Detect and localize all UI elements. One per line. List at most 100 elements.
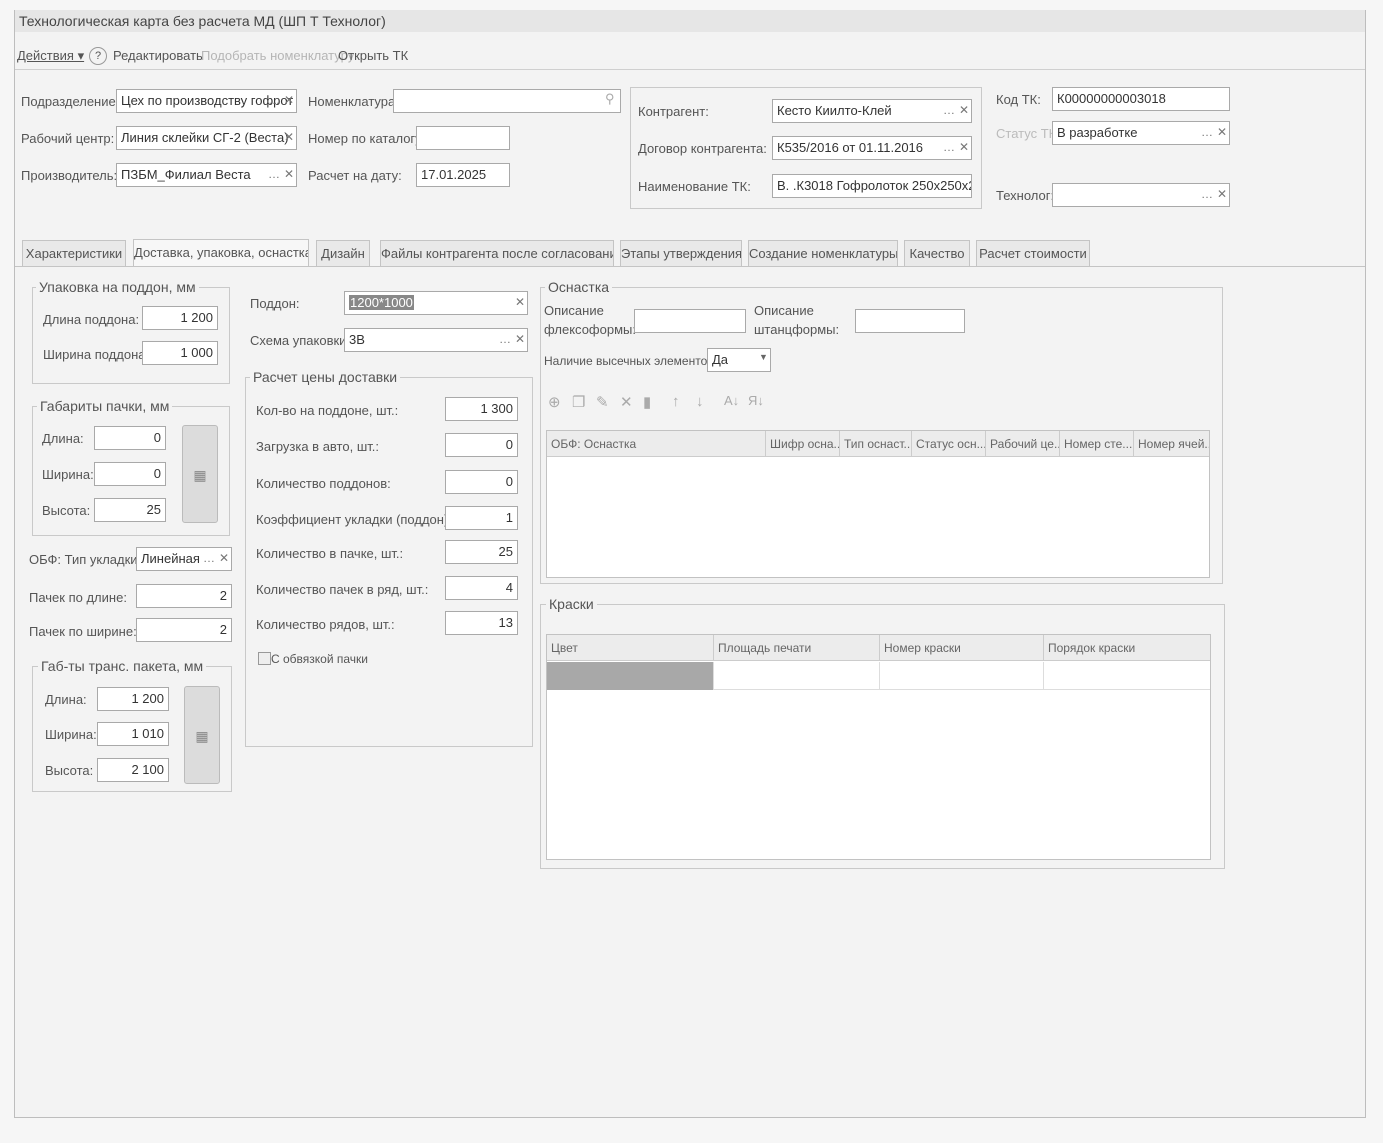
transport-calc-button[interactable]: ▦ (184, 686, 220, 784)
bundle-length-field[interactable]: 0 (94, 426, 166, 450)
select-more-icon[interactable]: … (1200, 123, 1214, 143)
sort-desc-icon[interactable]: Я↓ (748, 393, 764, 408)
clear-icon[interactable]: ✕ (282, 165, 296, 185)
paints-col-2[interactable]: Номер краски (879, 635, 1043, 661)
flexo-field[interactable] (634, 309, 746, 333)
paints-row[interactable] (547, 662, 1210, 690)
producer-label: Производитель: (21, 168, 118, 183)
clear-icon[interactable]: ✕ (282, 91, 296, 111)
select-more-icon[interactable]: … (267, 91, 281, 111)
tooling-col-0[interactable]: ОБФ: Оснастка (547, 431, 765, 457)
clear-icon[interactable]: ✕ (1215, 123, 1229, 143)
help-icon[interactable]: ? (89, 47, 107, 65)
search-icon[interactable]: ⚲ (605, 91, 615, 107)
clear-icon[interactable]: ✕ (957, 138, 971, 158)
paints-row-cell-color[interactable] (547, 662, 713, 690)
stamp-label-line2: штанцформы: (754, 322, 840, 337)
tab-design[interactable]: Дизайн (316, 240, 370, 266)
move-down-icon[interactable]: ↓ (696, 393, 704, 410)
copy-icon[interactable]: ❐ (572, 393, 585, 411)
pallet-field[interactable]: 1200*1000 (344, 291, 528, 315)
move-up-icon[interactable]: ↑ (672, 393, 680, 410)
clear-icon[interactable]: ✕ (513, 330, 527, 350)
select-more-icon[interactable]: … (942, 138, 956, 158)
tooling-col-5[interactable]: Номер сте... (1059, 431, 1133, 457)
edit-icon[interactable]: ✎ (596, 393, 609, 411)
select-more-icon[interactable]: … (498, 330, 512, 350)
bundle-calc-button[interactable]: ▦ (182, 425, 218, 523)
clear-icon[interactable]: ✕ (513, 293, 527, 313)
tab-characteristics[interactable]: Характеристики (22, 240, 126, 266)
tooling-col-6[interactable]: Номер ячей... (1133, 431, 1209, 457)
scheme-label: Схема упаковки: (250, 333, 351, 348)
nomenclature-field[interactable] (393, 89, 621, 113)
tk-name-label: Наименование ТК: (638, 179, 751, 194)
delivery-label-2: Количество поддонов: (256, 476, 391, 491)
catalog-field[interactable] (416, 126, 510, 150)
by-length-field[interactable]: 2 (136, 584, 232, 608)
by-width-field[interactable]: 2 (136, 618, 232, 642)
select-more-icon[interactable]: … (1200, 185, 1214, 205)
transport-length-field[interactable]: 1 200 (97, 687, 169, 711)
tab-create-nomenclature[interactable]: Создание номенклатуры (748, 240, 898, 266)
delete-icon[interactable]: ✕ (620, 393, 633, 411)
transport-width-field[interactable]: 1 010 (97, 722, 169, 746)
pick-nomenclature-button[interactable]: Подобрать номенклатуру (201, 48, 354, 63)
tooling-col-4[interactable]: Рабочий це... (985, 431, 1059, 457)
paints-col-0[interactable]: Цвет (547, 635, 713, 661)
tooling-col-3[interactable]: Статус осн... (911, 431, 985, 457)
cell-divider (713, 662, 714, 690)
select-more-icon[interactable]: … (267, 128, 281, 148)
delivery-label-4: Количество в пачке, шт.: (256, 546, 404, 561)
contract-label: Договор контрагента: (638, 141, 767, 156)
select-more-icon[interactable]: … (267, 165, 281, 185)
delivery-field-2[interactable]: 0 (445, 470, 518, 494)
clear-icon[interactable]: ✕ (282, 128, 296, 148)
flexo-label-line1: Описание (544, 303, 604, 318)
clear-icon[interactable]: ✕ (957, 101, 971, 121)
tab-cost[interactable]: Расчет стоимости (976, 240, 1090, 266)
clear-icon[interactable]: ✕ (1215, 185, 1229, 205)
transport-height-field[interactable]: 2 100 (97, 758, 169, 782)
pallet-length-field[interactable]: 1 200 (142, 306, 218, 330)
delivery-field-1[interactable]: 0 (445, 433, 518, 457)
open-tk-button[interactable]: Открыть ТК (338, 48, 408, 63)
tab-files[interactable]: Файлы контрагента после согласования (380, 240, 614, 266)
paints-col-1[interactable]: Площадь печати (713, 635, 879, 661)
edit-button[interactable]: Редактировать (113, 48, 203, 63)
transport-height-label: Высота: (45, 763, 94, 778)
strap-checkbox[interactable] (258, 652, 271, 665)
tab-delivery[interactable]: Доставка, упаковка, оснастка (133, 239, 309, 267)
select-more-icon[interactable]: … (202, 549, 216, 569)
tk-name-field[interactable]: В. .К3018 Гофролоток 250х250х240, Т. (772, 174, 972, 198)
tab-approval[interactable]: Этапы утверждения (620, 240, 742, 266)
clear-icon[interactable]: ✕ (217, 549, 231, 569)
bundle-height-label: Высота: (42, 503, 91, 518)
stamp-field[interactable] (855, 309, 965, 333)
pallet-width-field[interactable]: 1 000 (142, 341, 218, 365)
date-label: Расчет на дату: (308, 168, 402, 183)
workcenter-label: Рабочий центр: (21, 131, 115, 146)
tooling-col-2[interactable]: Тип оснаст... (839, 431, 911, 457)
select-more-icon[interactable]: … (942, 101, 956, 121)
mark-icon[interactable]: ▮ (643, 393, 651, 411)
delivery-field-5[interactable]: 4 (445, 576, 518, 600)
sort-asc-icon[interactable]: A↓ (724, 393, 739, 408)
paints-col-3[interactable]: Порядок краски (1043, 635, 1210, 661)
bundle-height-field[interactable]: 25 (94, 498, 166, 522)
chevron-down-icon[interactable]: ▼ (759, 352, 768, 362)
tk-code-field[interactable]: К00000000003018 (1052, 87, 1230, 111)
date-field[interactable]: 17.01.2025 (416, 163, 510, 187)
stacking-type-label: ОБФ: Тип укладки: (29, 552, 142, 567)
actions-menu[interactable]: Действия ▾ (17, 48, 84, 64)
pallet-label: Поддон: (250, 296, 300, 311)
tooling-col-1[interactable]: Шифр осна... (765, 431, 839, 457)
bundle-width-field[interactable]: 0 (94, 462, 166, 486)
delivery-field-4[interactable]: 25 (445, 540, 518, 564)
delivery-field-0[interactable]: 1 300 (445, 397, 518, 421)
delivery-field-6[interactable]: 13 (445, 611, 518, 635)
add-icon[interactable]: ⊕ (548, 393, 561, 411)
tab-quality[interactable]: Качество (904, 240, 970, 266)
delivery-field-3[interactable]: 1 (445, 506, 518, 530)
flexo-label-line2: флексоформы: (544, 322, 636, 337)
